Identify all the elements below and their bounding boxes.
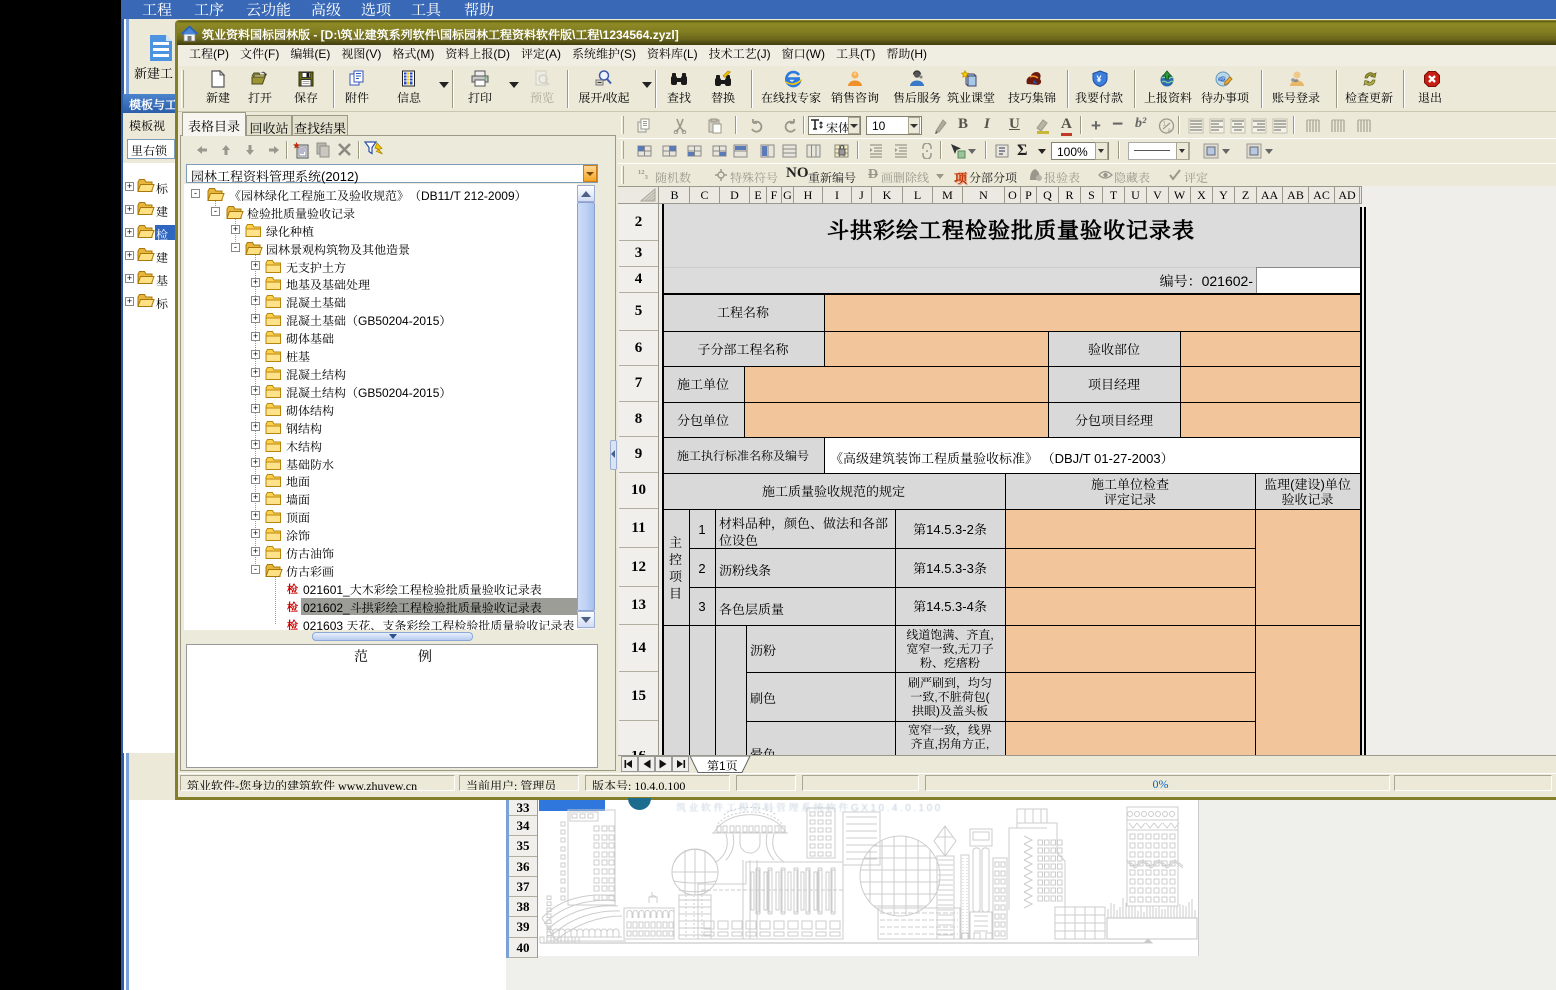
svg-text:¥: ¥	[1097, 74, 1102, 84]
svg-text:DVD: DVD	[1219, 78, 1227, 82]
